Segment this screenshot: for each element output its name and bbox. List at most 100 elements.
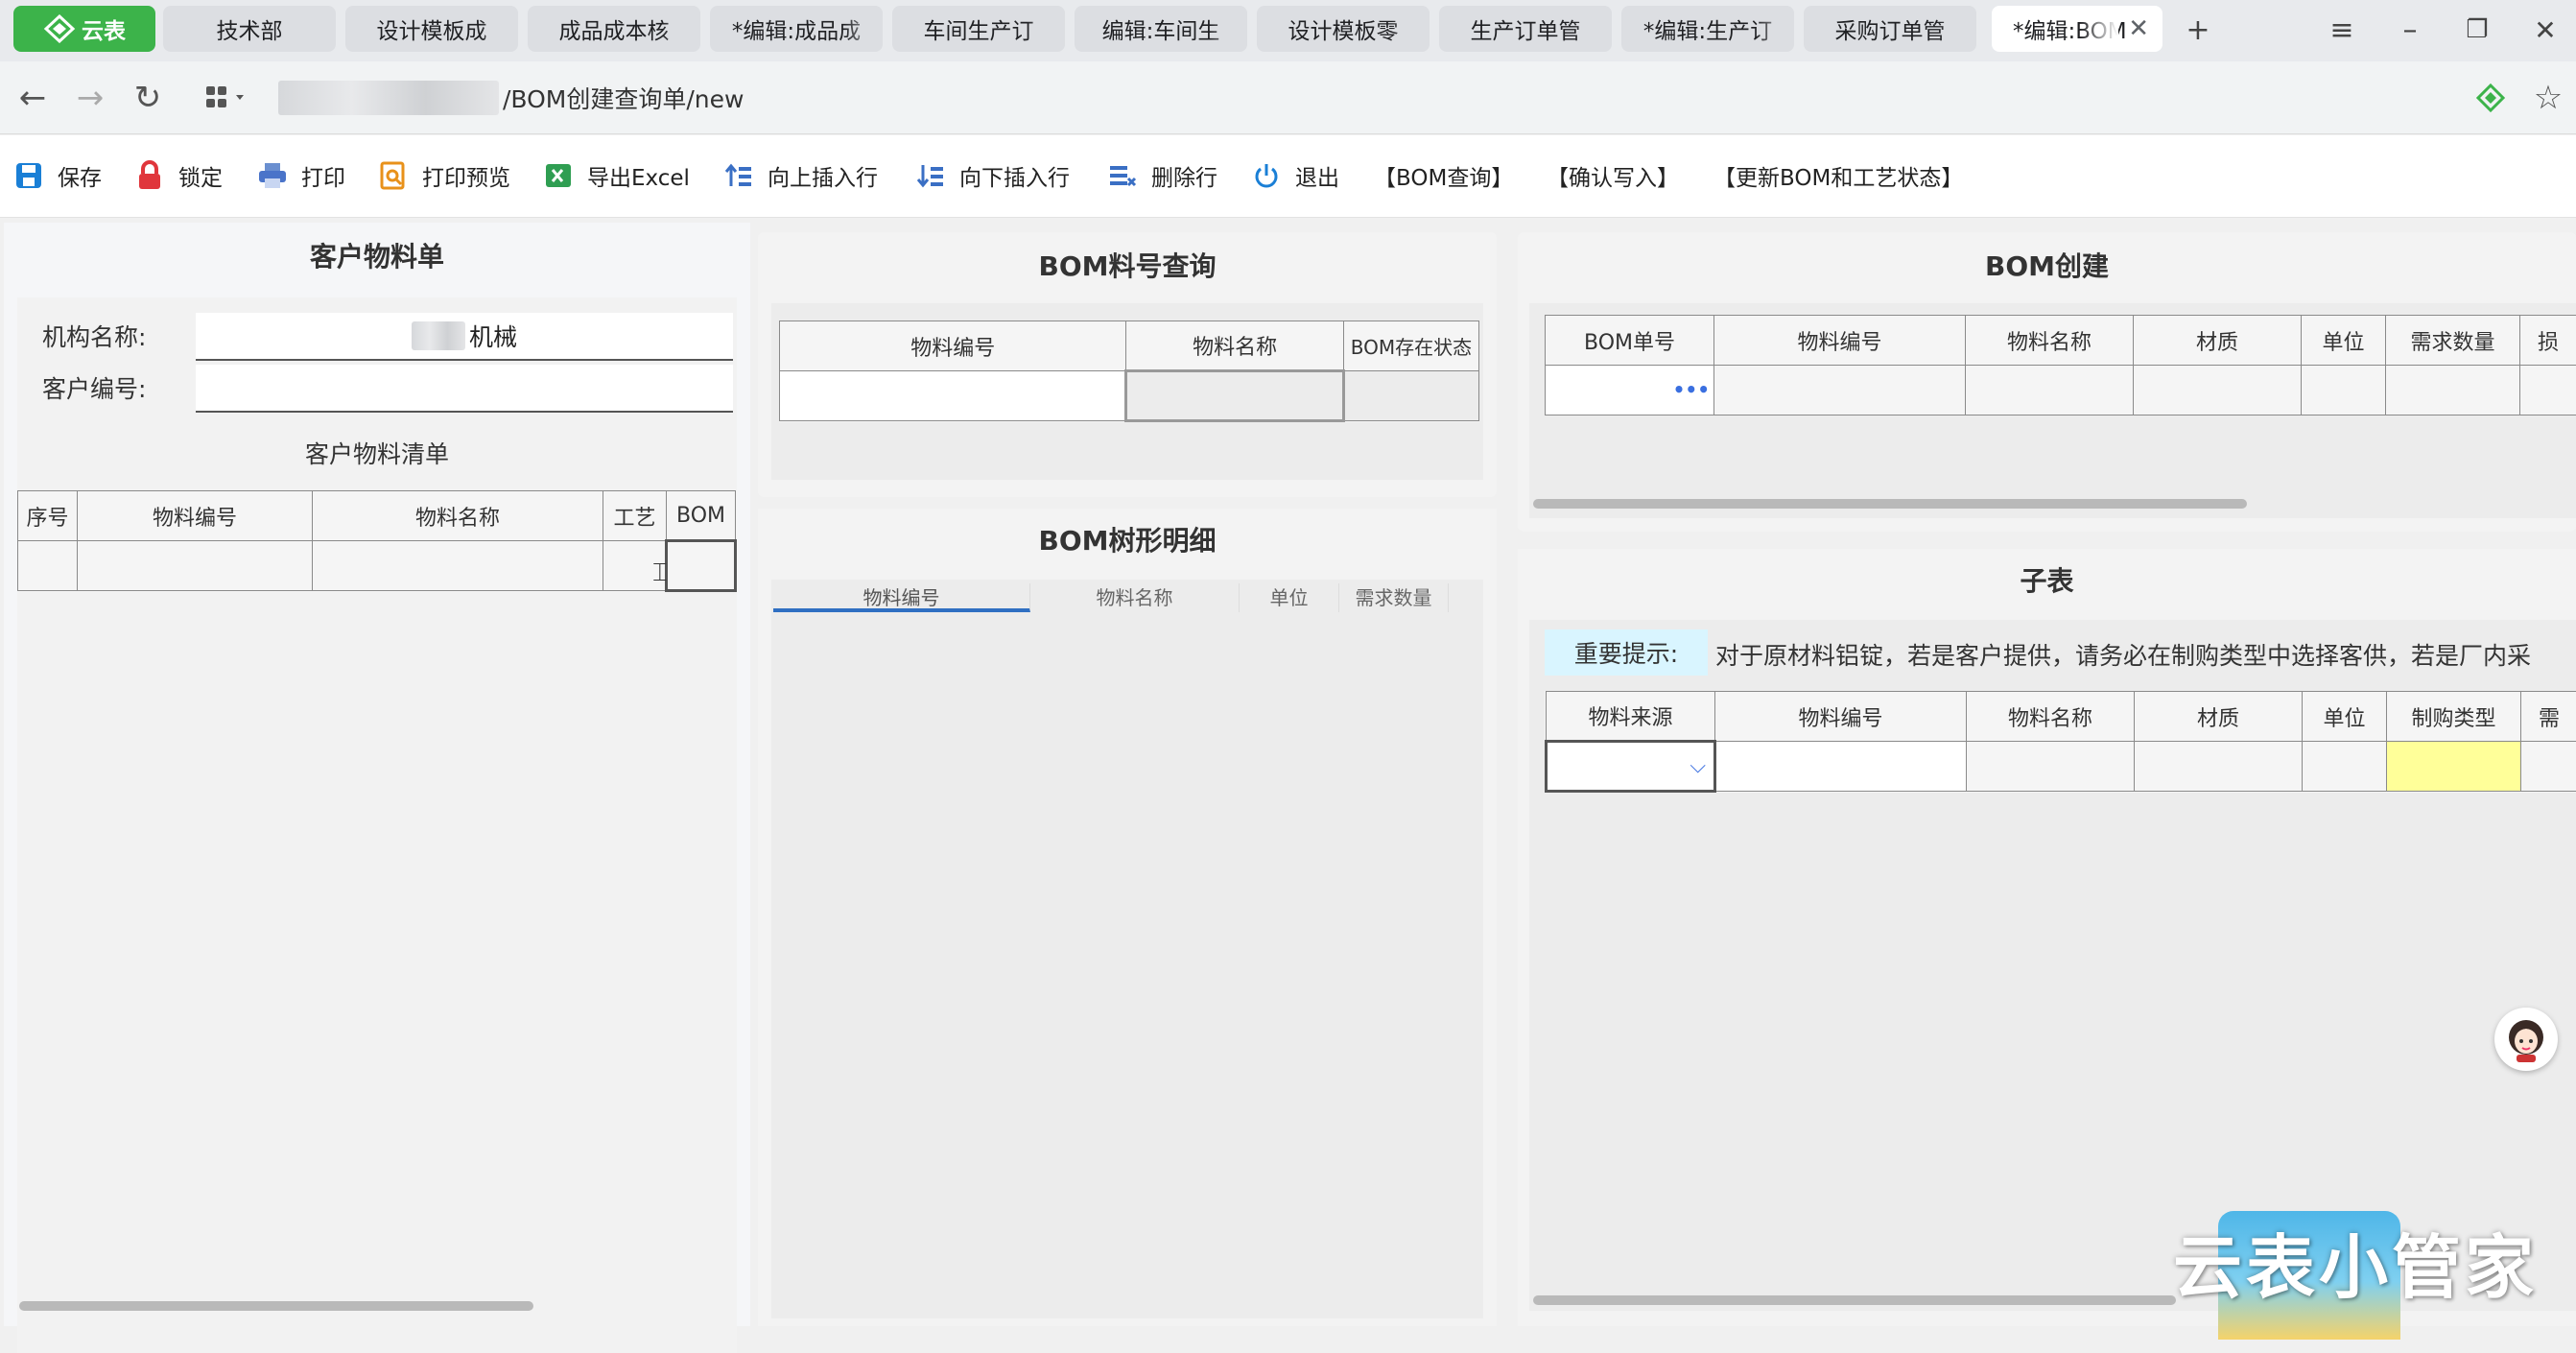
minimize-icon[interactable]: – — [2386, 8, 2434, 52]
restore-icon[interactable]: ❐ — [2453, 8, 2501, 52]
window-close-icon[interactable]: ✕ — [2521, 8, 2569, 52]
blurred-host — [278, 81, 499, 115]
apps-grid-icon[interactable] — [197, 75, 254, 121]
table-cell[interactable] — [780, 371, 1126, 421]
lock-button[interactable]: 锁定 — [134, 154, 223, 197]
customer-material-table: 序号 物料编号 物料名称 工艺 BOM — [17, 490, 737, 592]
purchase-type-cell[interactable] — [2387, 742, 2521, 792]
table-cell[interactable] — [2386, 366, 2520, 415]
delete-row-button[interactable]: 删除行 — [1107, 154, 1217, 197]
horizontal-scrollbar[interactable] — [1533, 499, 2247, 509]
tab-design-template-cost[interactable]: 设计模板成 — [345, 6, 518, 52]
chevron-down-icon[interactable]: ⌵ — [1690, 754, 1706, 778]
bom-query-button[interactable]: 【BOM查询】 — [1374, 154, 1513, 197]
col-header: 材质 — [2134, 316, 2302, 366]
save-button[interactable]: 保存 — [13, 154, 102, 197]
bom-number-cell[interactable]: ••• — [1546, 366, 1714, 415]
material-source-select[interactable]: ⌵ — [1547, 742, 1715, 792]
col-header[interactable]: 需求数量 — [1339, 583, 1449, 612]
table-cell[interactable] — [2303, 742, 2387, 792]
table-cell[interactable] — [2135, 742, 2303, 792]
bom-tree-header: 物料编号 物料名称 单位 需求数量 — [773, 583, 1470, 612]
table-cell[interactable] — [2134, 366, 2302, 415]
back-icon[interactable]: ← — [10, 75, 56, 121]
table-cell[interactable] — [2302, 366, 2386, 415]
col-header: 物料来源 — [1547, 692, 1715, 742]
tab-edit-bom[interactable]: *编辑:BOM ✕ — [1992, 6, 2162, 52]
assistant-avatar[interactable] — [2494, 1008, 2558, 1071]
col-header: BOM单号 — [1546, 316, 1714, 366]
ellipsis-icon[interactable]: ••• — [1673, 378, 1710, 401]
horizontal-scrollbar[interactable] — [19, 1301, 533, 1311]
table-cell-selected[interactable] — [1126, 371, 1344, 421]
table-cell[interactable] — [2520, 366, 2576, 415]
tab-tech-dept[interactable]: 技术部 — [163, 6, 336, 52]
blurred-org-prefix — [412, 321, 465, 350]
url-field[interactable]: /BOM创建查询单/new — [278, 77, 744, 119]
excel-icon — [543, 160, 574, 191]
col-header: 单位 — [2302, 316, 2386, 366]
col-header: 物料编号 — [1714, 316, 1966, 366]
col-header: 物料编号 — [780, 321, 1126, 371]
tab-label: 车间生产订 — [924, 12, 1034, 45]
tab-label: *编辑:成品成 — [732, 12, 861, 45]
form-toolbar: 保存 锁定 打印 打印预览 导出Excel 向上插入行 向下插入行 删除行 退出… — [0, 135, 2576, 218]
panel-title: BOM料号查询 — [758, 246, 1497, 284]
table-cell[interactable] — [1966, 366, 2134, 415]
tab-label: 采购订单管 — [1835, 12, 1946, 45]
table-cell-selected[interactable] — [667, 541, 736, 591]
print-button[interactable]: 打印 — [257, 154, 345, 197]
print-preview-button[interactable]: 打印预览 — [378, 154, 510, 197]
close-tab-icon[interactable]: ✕ — [2128, 14, 2149, 43]
tab-label: 技术部 — [217, 12, 283, 45]
tab-workshop-order[interactable]: 车间生产订 — [892, 6, 1065, 52]
table-cell[interactable] — [18, 541, 78, 591]
col-header[interactable]: 单位 — [1240, 583, 1339, 612]
tab-edit-product-cost[interactable]: *编辑:成品成 — [710, 6, 883, 52]
update-bom-status-button[interactable]: 【更新BOM和工艺状态】 — [1713, 154, 1963, 197]
table-cell[interactable] — [313, 541, 603, 591]
table-cell[interactable] — [1343, 371, 1478, 421]
tab-label: 成品成本核 — [559, 12, 670, 45]
table-cell[interactable] — [1967, 742, 2135, 792]
power-icon — [1251, 160, 1282, 191]
confirm-write-button[interactable]: 【确认写入】 — [1547, 154, 1679, 197]
exit-label: 退出 — [1295, 159, 1339, 192]
forward-icon[interactable]: → — [67, 75, 113, 121]
menu-icon[interactable]: ≡ — [2318, 8, 2366, 52]
tab-production-order-mgmt[interactable]: 生产订单管 — [1439, 6, 1612, 52]
exit-button[interactable]: 退出 — [1251, 154, 1339, 197]
col-header: 工艺 — [603, 491, 667, 541]
reload-icon[interactable]: ↻ — [125, 75, 171, 121]
bookmark-star-icon[interactable]: ☆ — [2525, 75, 2571, 121]
table-cell[interactable] — [2521, 742, 2576, 792]
insert-row-above-button[interactable]: 向上插入行 — [723, 154, 878, 197]
tab-design-template-part[interactable]: 设计模板零 — [1257, 6, 1430, 52]
confirm-write-label: 【确认写入】 — [1547, 159, 1679, 192]
insert-row-below-button[interactable]: 向下插入行 — [915, 154, 1070, 197]
tab-edit-production[interactable]: *编辑:生产订 — [1621, 6, 1794, 52]
table-cell[interactable] — [1715, 742, 1967, 792]
tab-product-cost-check[interactable]: 成品成本核 — [528, 6, 700, 52]
tab-label: 设计模板零 — [1288, 12, 1399, 45]
org-name-field[interactable]: 机械 — [196, 313, 733, 361]
tab-edit-workshop[interactable]: 编辑:车间生 — [1075, 6, 1247, 52]
col-header: 物料名称 — [313, 491, 603, 541]
extension-icon[interactable] — [2468, 75, 2514, 121]
print-label: 打印 — [301, 159, 345, 192]
table-cell[interactable] — [1714, 366, 1966, 415]
col-header: BOM存在状态 — [1343, 321, 1478, 371]
delete-row-label: 删除行 — [1151, 159, 1217, 192]
col-header: 制购类型 — [2387, 692, 2521, 742]
export-excel-button[interactable]: 导出Excel — [543, 154, 690, 197]
tab-purchase-order-mgmt[interactable]: 采购订单管 — [1804, 6, 1976, 52]
table-cell[interactable] — [78, 541, 313, 591]
insert-above-icon — [723, 160, 754, 191]
new-tab-icon[interactable]: + — [2174, 8, 2222, 52]
col-header-active[interactable]: 物料编号 — [773, 583, 1030, 612]
col-header[interactable]: 物料名称 — [1030, 583, 1240, 612]
tab-label: *编辑:生产订 — [1643, 12, 1772, 45]
customer-id-field[interactable] — [196, 365, 733, 413]
horizontal-scrollbar[interactable] — [1533, 1295, 2176, 1305]
tab-app-yunbiao[interactable]: 云表 — [13, 6, 155, 52]
